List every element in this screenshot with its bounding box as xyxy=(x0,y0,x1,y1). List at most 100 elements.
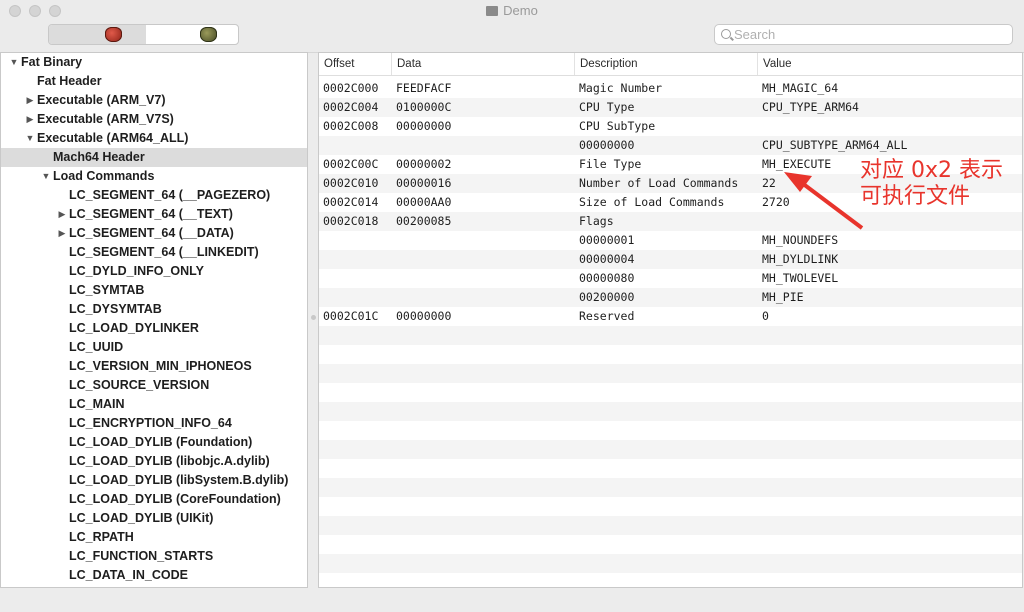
table-row xyxy=(319,516,1022,535)
cell-offset: 0002C000 xyxy=(323,81,379,95)
outline-item[interactable]: LC_DYSYMTAB xyxy=(1,300,307,319)
cell-description: File Type xyxy=(579,157,642,171)
cell-offset: 0002C014 xyxy=(323,195,379,209)
cell-description: 00200000 xyxy=(579,290,635,304)
outline-item-label: LC_LOAD_DYLIB (CoreFoundation) xyxy=(69,492,281,506)
disclosure-closed-icon[interactable]: ▶ xyxy=(57,224,67,243)
cell-value: 0 xyxy=(762,309,769,323)
cell-description: Size of Load Commands xyxy=(579,195,725,209)
cell-description: 00000001 xyxy=(579,233,635,247)
table-row[interactable]: 0002C008 00000000 CPU SubType xyxy=(319,117,1022,136)
table-row[interactable]: 0002C000 FEEDFACF Magic Number MH_MAGIC_64 xyxy=(319,79,1022,98)
outline-item[interactable]: LC_FUNCTION_STARTS xyxy=(1,547,307,566)
table-row[interactable]: 00000001 MH_NOUNDEFS xyxy=(319,231,1022,250)
red-apple-app-icon xyxy=(105,27,122,42)
split-view-divider[interactable] xyxy=(311,315,316,320)
segment-left[interactable] xyxy=(49,25,146,44)
outline-item[interactable]: LC_LOAD_DYLIB (Foundation) xyxy=(1,433,307,452)
table-row[interactable]: 00000004 MH_DYLDLINK xyxy=(319,250,1022,269)
outline-item[interactable]: LC_LOAD_DYLINKER xyxy=(1,319,307,338)
outline-item-label: Executable (ARM64_ALL) xyxy=(37,131,189,145)
header-table[interactable]: Offset Data Description Value 0002C000 FE… xyxy=(318,52,1023,588)
outline-item[interactable]: LC_RPATH xyxy=(1,528,307,547)
column-header-data[interactable]: Data xyxy=(392,53,575,75)
outline-item[interactable]: ▶ Executable (ARM_V7S) xyxy=(1,110,307,129)
outline-item[interactable]: LC_SOURCE_VERSION xyxy=(1,376,307,395)
app-segmented-control[interactable] xyxy=(48,24,239,45)
table-row[interactable]: 00000000 CPU_SUBTYPE_ARM64_ALL xyxy=(319,136,1022,155)
search-icon xyxy=(721,29,731,39)
cell-description: CPU SubType xyxy=(579,119,656,133)
table-row[interactable]: 0002C018 00200085 Flags xyxy=(319,212,1022,231)
cell-data: 00000AA0 xyxy=(396,195,452,209)
outline-item[interactable]: ▶ Executable (ARM_V7) xyxy=(1,91,307,110)
outline-item-label: LC_FUNCTION_STARTS xyxy=(69,549,214,563)
outline-item-label: Fat Header xyxy=(37,74,102,88)
column-header-description[interactable]: Description xyxy=(575,53,758,75)
outline-item[interactable]: LC_MAIN xyxy=(1,395,307,414)
outline-item[interactable]: Fat Header xyxy=(1,72,307,91)
disclosure-closed-icon[interactable]: ▶ xyxy=(25,110,35,129)
structure-outline[interactable]: ▼ Fat Binary Fat Header ▶ Executable (ARM_V7… xyxy=(0,52,308,588)
disclosure-open-icon[interactable]: ▼ xyxy=(9,53,19,72)
outline-item[interactable]: LC_DATA_IN_CODE xyxy=(1,566,307,585)
search-input[interactable] xyxy=(734,26,1004,43)
cell-description: 00000080 xyxy=(579,271,635,285)
document-icon xyxy=(486,6,499,16)
segment-right[interactable] xyxy=(146,25,238,44)
outline-item[interactable]: LC_SEGMENT_64 (__PAGEZERO) xyxy=(1,186,307,205)
outline-item-label: LC_UUID xyxy=(69,340,124,354)
disclosure-closed-icon[interactable]: ▶ xyxy=(57,205,67,224)
column-header-value[interactable]: Value xyxy=(758,53,1022,75)
outline-item[interactable]: LC_UUID xyxy=(1,338,307,357)
cell-data: 00200085 xyxy=(396,214,452,228)
outline-item[interactable]: Mach64 Header xyxy=(1,148,307,167)
table-row xyxy=(319,573,1022,587)
outline-item[interactable]: LC_VERSION_MIN_IPHONEOS xyxy=(1,357,307,376)
column-header-offset[interactable]: Offset xyxy=(319,53,392,75)
outline-item-label: LC_MAIN xyxy=(69,397,125,411)
annotation-line-2: 可执行文件 xyxy=(860,184,971,209)
table-row[interactable]: 00000080 MH_TWOLEVEL xyxy=(319,269,1022,288)
cell-offset: 0002C018 xyxy=(323,214,379,228)
cell-value: MH_NOUNDEFS xyxy=(762,233,839,247)
cell-description: Reserved xyxy=(579,309,635,323)
outline-item[interactable]: LC_SEGMENT_64 (__LINKEDIT) xyxy=(1,243,307,262)
cell-description: Number of Load Commands xyxy=(579,176,739,190)
outline-item[interactable]: ▼ Fat Binary xyxy=(1,53,307,72)
outline-item[interactable]: LC_LOAD_DYLIB (libSystem.B.dylib) xyxy=(1,471,307,490)
outline-item[interactable]: LC_ENCRYPTION_INFO_64 xyxy=(1,414,307,433)
outline-item[interactable]: ▼ Load Commands xyxy=(1,167,307,186)
table-row xyxy=(319,497,1022,516)
cell-data: 00000002 xyxy=(396,157,452,171)
outline-item[interactable]: LC_LOAD_DYLIB (libobjc.A.dylib) xyxy=(1,452,307,471)
table-row xyxy=(319,421,1022,440)
outline-item[interactable]: LC_DYLD_INFO_ONLY xyxy=(1,262,307,281)
cell-data: 0100000C xyxy=(396,100,452,114)
search-field[interactable] xyxy=(714,24,1013,45)
cell-description: 00000000 xyxy=(579,138,635,152)
outline-item[interactable]: ▶ LC_SEGMENT_64 (__TEXT) xyxy=(1,205,307,224)
outline-item-label: Executable (ARM_V7) xyxy=(37,93,166,107)
outline-item[interactable]: LC_SYMTAB xyxy=(1,281,307,300)
outline-item-label: LC_LOAD_DYLIB (libSystem.B.dylib) xyxy=(69,473,289,487)
cell-value: MH_TWOLEVEL xyxy=(762,271,839,285)
table-row[interactable]: 0002C004 0100000C CPU Type CPU_TYPE_ARM64 xyxy=(319,98,1022,117)
table-row[interactable]: 00200000 MH_PIE xyxy=(319,288,1022,307)
cell-offset: 0002C00C xyxy=(323,157,379,171)
table-row[interactable]: 0002C01C 00000000 Reserved 0 xyxy=(319,307,1022,326)
disclosure-open-icon[interactable]: ▼ xyxy=(41,167,51,186)
outline-item-label: LC_SEGMENT_64 (__PAGEZERO) xyxy=(69,188,271,202)
disclosure-closed-icon[interactable]: ▶ xyxy=(25,91,35,110)
annotation-note: 对应 0x2 表示 可执行文件 xyxy=(860,158,1020,210)
table-row xyxy=(319,326,1022,345)
outline-item[interactable]: ▼ Executable (ARM64_ALL) xyxy=(1,129,307,148)
outline-item[interactable]: LC_LOAD_DYLIB (CoreFoundation) xyxy=(1,490,307,509)
green-apple-app-icon xyxy=(200,27,217,42)
disclosure-open-icon[interactable]: ▼ xyxy=(25,129,35,148)
cell-offset: 0002C01C xyxy=(323,309,379,323)
outline-item[interactable]: ▶ LC_SEGMENT_64 (__DATA) xyxy=(1,224,307,243)
outline-item[interactable]: LC_LOAD_DYLIB (UIKit) xyxy=(1,509,307,528)
table-row xyxy=(319,345,1022,364)
cell-offset: 0002C010 xyxy=(323,176,379,190)
